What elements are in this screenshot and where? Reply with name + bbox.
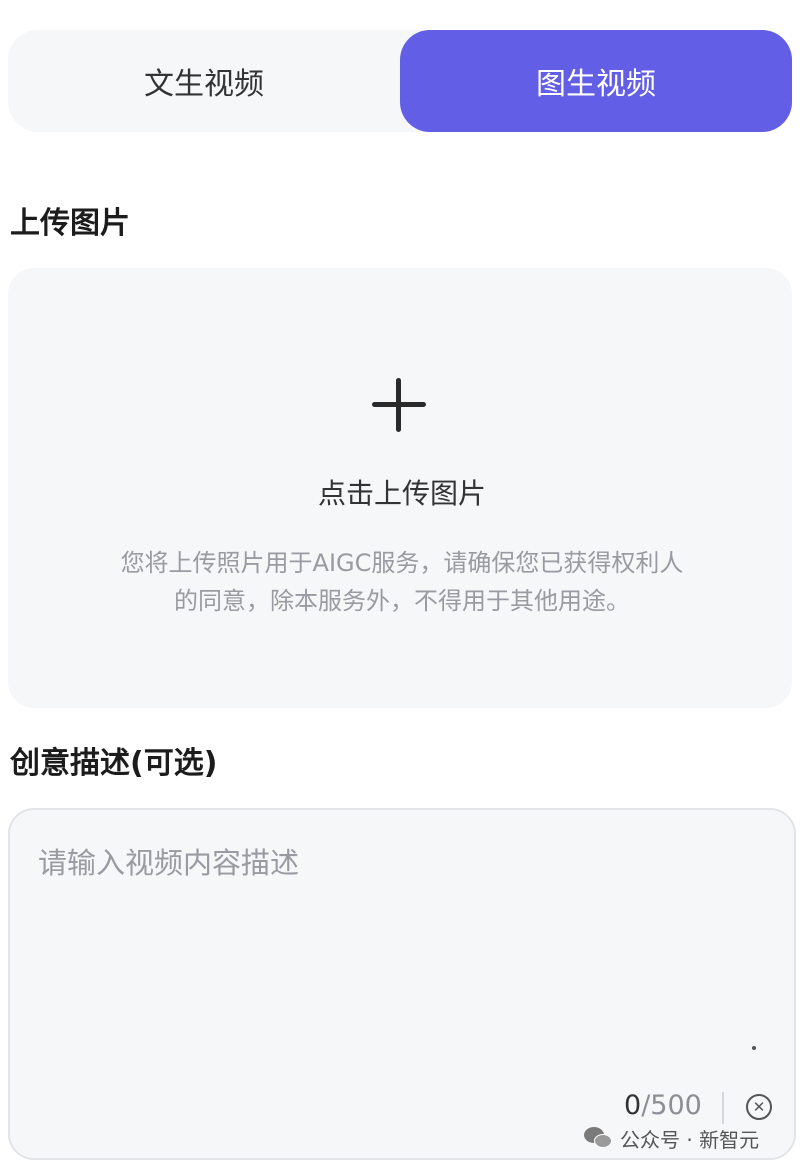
upload-section-title: 上传图片 [10,206,130,241]
resize-handle[interactable] [752,1046,756,1050]
upload-notice: 您将上传照片用于AIGC服务，请确保您已获得权利人 的同意，除本服务外，不得用于… [72,544,732,620]
char-count-max: /500 [641,1090,702,1121]
upload-notice-line-1: 您将上传照片用于AIGC服务，请确保您已获得权利人 [120,549,684,577]
tab-image-to-video[interactable]: 图生视频 [400,30,792,132]
char-counter: 0/500 [624,1090,702,1121]
counter-divider [722,1092,724,1124]
description-input[interactable] [38,840,766,1060]
char-count-current: 0 [624,1090,642,1121]
plus-icon[interactable] [372,378,426,432]
upload-notice-line-2: 的同意，除本服务外，不得用于其他用途。 [174,587,630,615]
mode-tabs: 文生视频 图生视频 [8,30,792,132]
watermark: 公众号 · 新智元 [584,1124,759,1153]
wechat-icon [584,1126,614,1151]
description-section-title: 创意描述(可选) [10,746,218,781]
video-generation-form: 文生视频 图生视频 上传图片 点击上传图片 您将上传照片用于AIGC服务，请确保… [0,0,804,1170]
clear-icon[interactable]: ✕ [746,1094,772,1120]
watermark-text: 公众号 · 新智元 [620,1128,760,1152]
tab-text-to-video[interactable]: 文生视频 [8,30,400,132]
upload-label[interactable]: 点击上传图片 [0,472,804,512]
